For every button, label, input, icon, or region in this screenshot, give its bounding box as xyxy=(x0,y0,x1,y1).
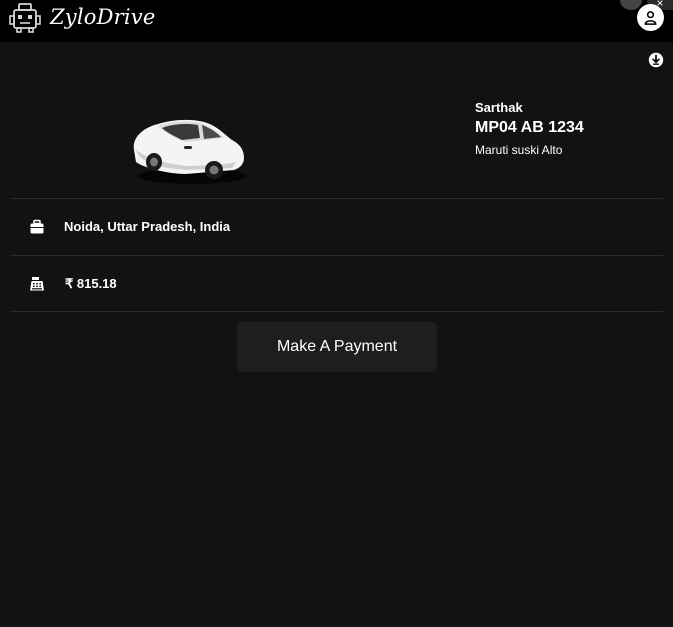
divider xyxy=(10,311,663,312)
pickup-location: Noida, Uttar Pradesh, India xyxy=(64,219,231,234)
user-icon xyxy=(644,11,657,25)
vehicle-plate-number: MP04 AB 1234 xyxy=(475,119,584,136)
fare-amount: ₹ 815.18 xyxy=(65,276,117,291)
top-bar: ZyloDrive × xyxy=(0,0,673,42)
make-payment-button[interactable]: Make A Payment xyxy=(237,322,437,372)
brand-name[interactable]: ZyloDrive xyxy=(50,5,156,29)
robot-car-icon[interactable] xyxy=(9,2,41,34)
user-avatar-button[interactable] xyxy=(637,4,664,31)
cash-register-icon xyxy=(30,277,44,291)
divider xyxy=(10,198,663,199)
briefcase-icon xyxy=(30,219,44,234)
car-illustration xyxy=(133,119,246,184)
download-circle-icon[interactable] xyxy=(648,52,664,68)
divider xyxy=(10,255,663,256)
vehicle-model: Maruti suski Alto xyxy=(475,143,563,157)
driver-name: Sarthak xyxy=(475,100,523,115)
